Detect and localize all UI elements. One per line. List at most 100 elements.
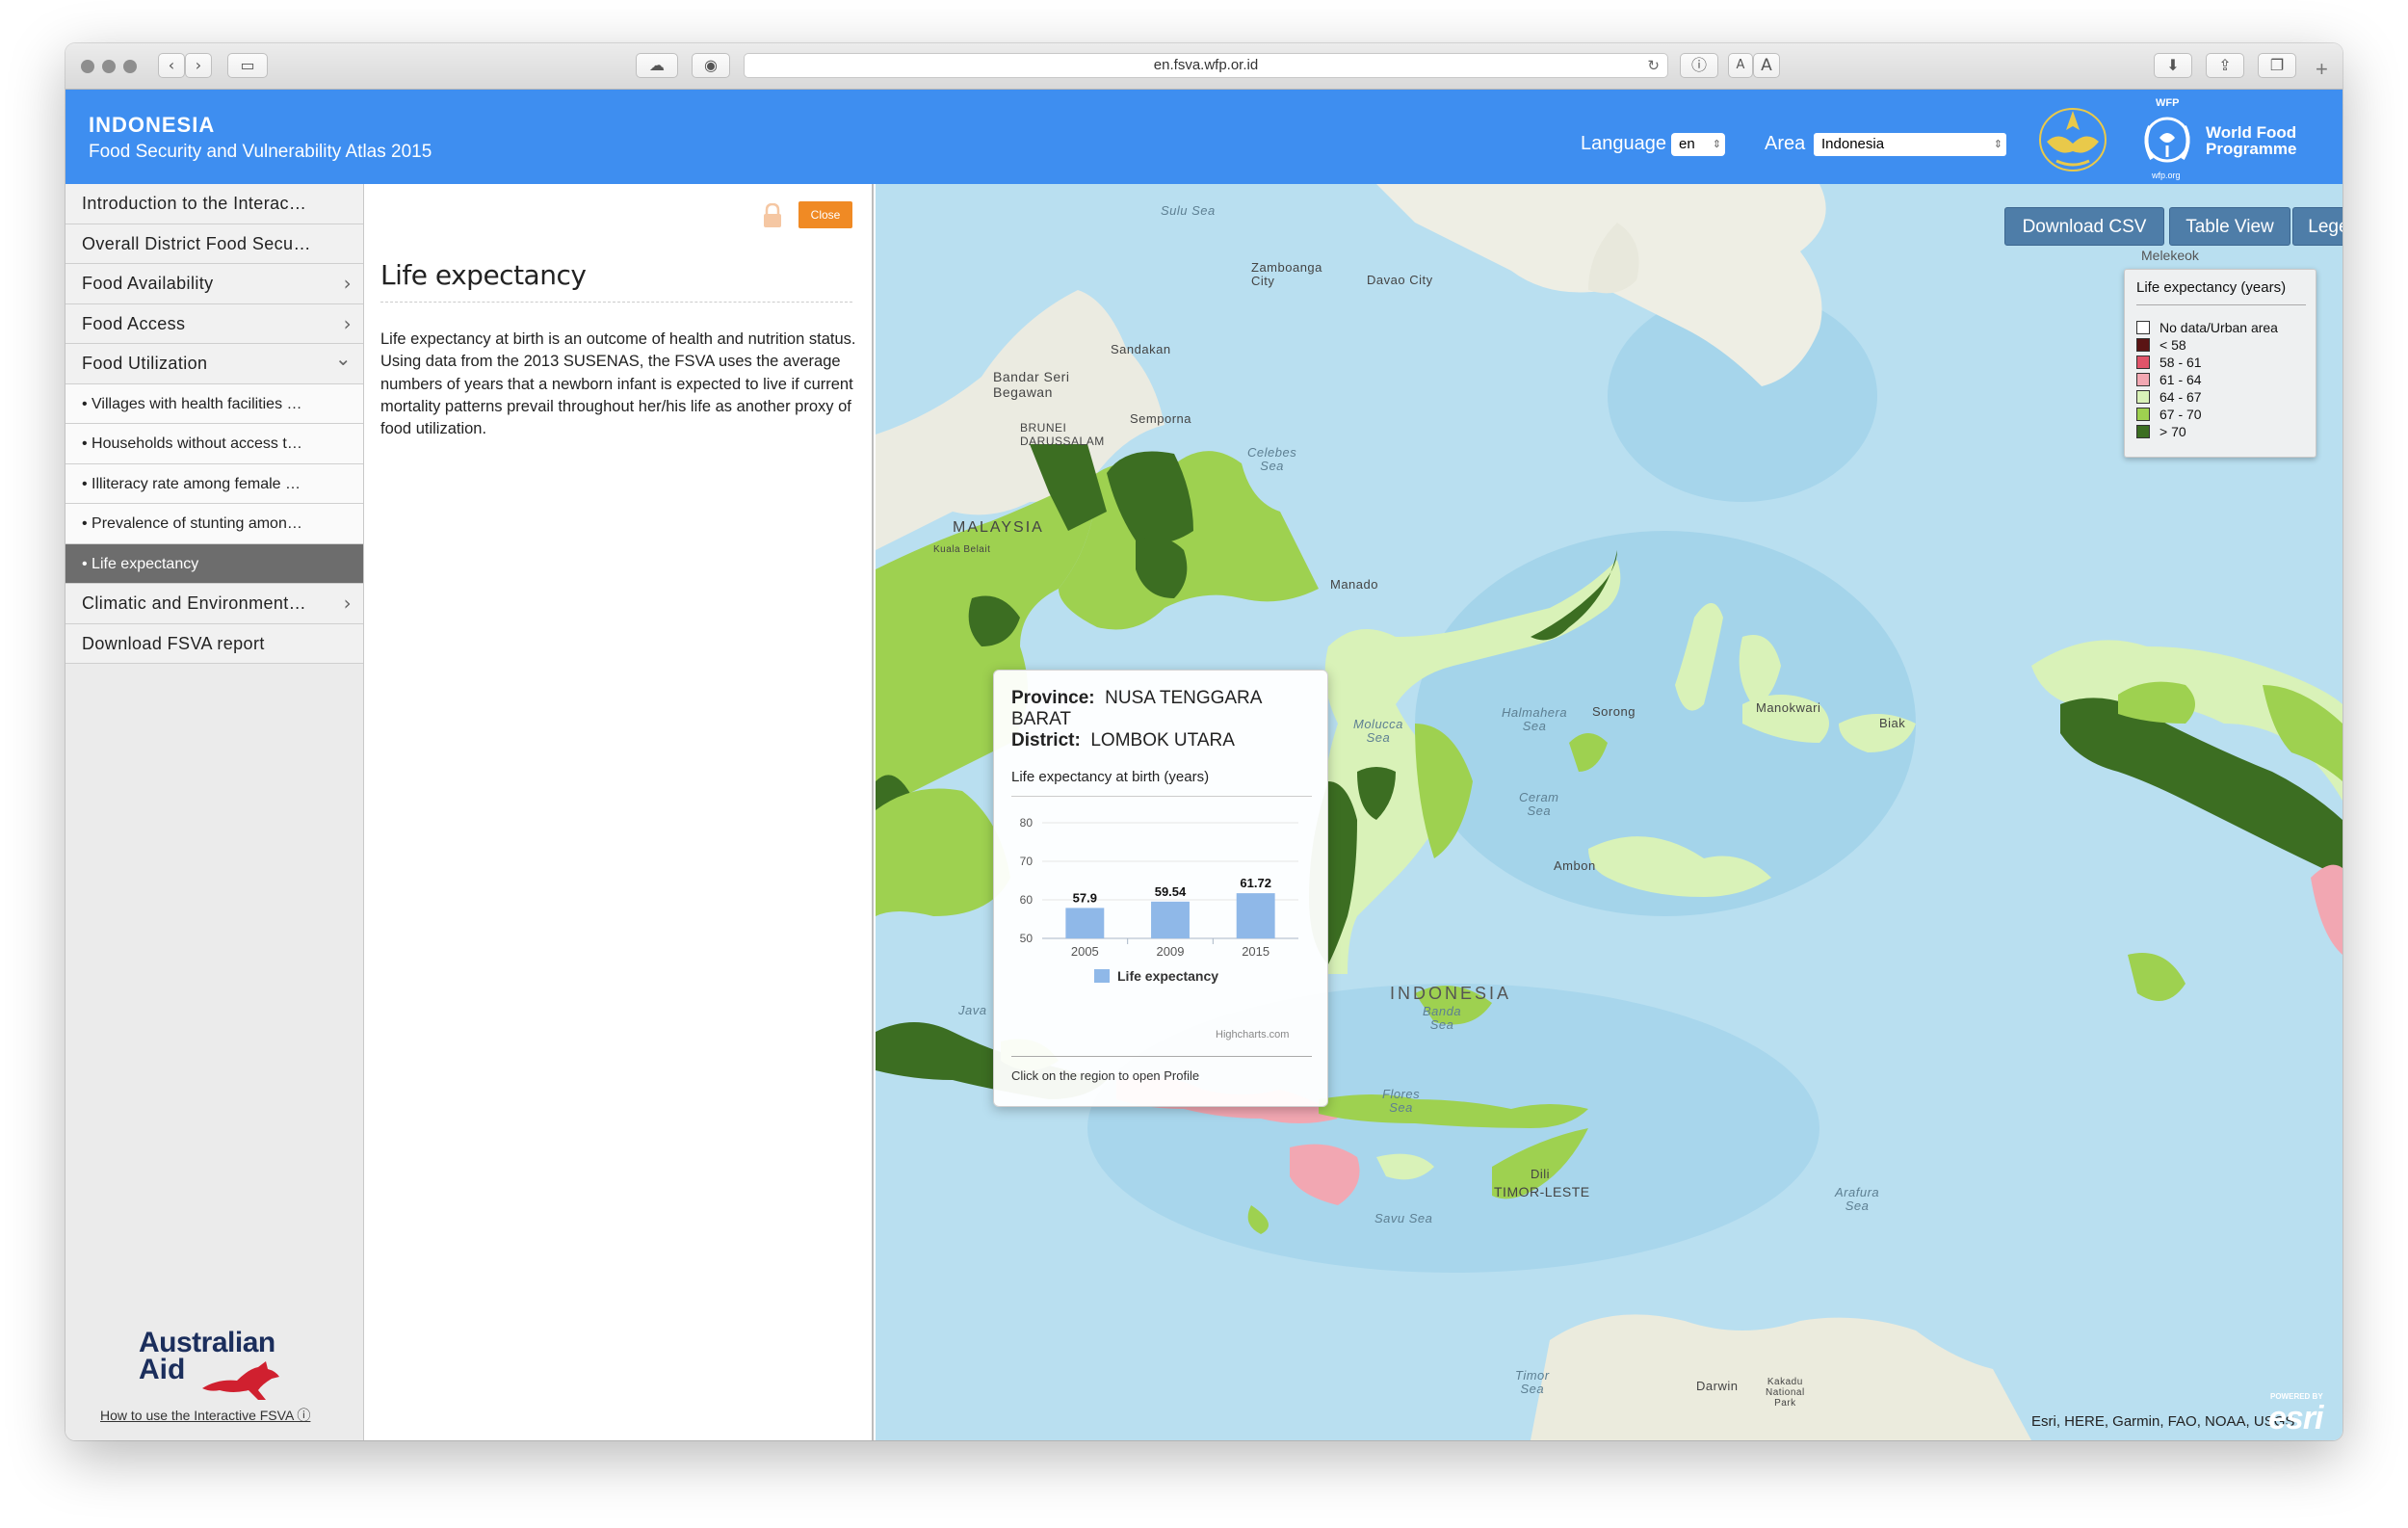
sidebar-item-households-access[interactable]: • Households without access t…: [65, 424, 363, 464]
language-select[interactable]: en ⇕: [1671, 133, 1725, 156]
bar-data-label: 61.72: [1240, 876, 1271, 890]
zoom-window-button[interactable]: [123, 60, 137, 73]
map-attribution: Esri, HERE, Garmin, FAO, NOAA, USGS: [2031, 1413, 2295, 1430]
legend-item: > 70: [2136, 424, 2186, 441]
legend-item: 61 - 64: [2136, 372, 2202, 389]
browser-toolbar: ‹ › ▭ ☁ ◉ en.fsva.wfp.or.id ↻ ⓘ A A ⬇ ⇪ …: [65, 43, 2343, 90]
map-label-ambon: Ambon: [1554, 858, 1596, 873]
legend-swatch: [2136, 356, 2150, 369]
chevron-right-icon: ›: [343, 272, 352, 295]
tooltip-divider: [1011, 1056, 1312, 1057]
sidebar-item-climatic[interactable]: Climatic and Environment… ›: [65, 584, 363, 624]
map-label-halmahera: Halmahera Sea: [1502, 705, 1568, 733]
map-label-zamboanga: Zamboanga City: [1251, 260, 1322, 288]
share-icon[interactable]: ⇪: [2206, 53, 2244, 78]
sidebar-item-life-expectancy[interactable]: • Life expectancy: [65, 543, 363, 584]
privacy-report-icon[interactable]: ◉: [692, 53, 730, 78]
sidebar-nav: Introduction to the Interac… Overall Dis…: [65, 184, 364, 1440]
esri-wordmark: esri: [2268, 1400, 2323, 1436]
language-value: en: [1679, 136, 1695, 152]
wfp-name: World Food Programme: [2206, 124, 2296, 157]
sidebar-toggle-icon[interactable]: ▭: [227, 53, 268, 78]
downloads-icon[interactable]: ⬇: [2154, 53, 2192, 78]
wfp-org-text: wfp.org: [2152, 171, 2181, 180]
legend-label: 61 - 64: [2159, 372, 2202, 387]
sidebar-item-label: Climatic and Environment…: [82, 593, 307, 613]
map-label-kakadu: Kakadu National Park: [1766, 1377, 1805, 1409]
tabs-overview-icon[interactable]: ❐: [2258, 53, 2296, 78]
tooltip-hint: Click on the region to open Profile: [1011, 1068, 1200, 1083]
minimize-window-button[interactable]: [102, 60, 116, 73]
map-label-molucca: Molucca Sea: [1353, 717, 1403, 745]
legend-swatch: [2136, 390, 2150, 404]
x-tick-label: 2009: [1157, 944, 1185, 959]
chart-bar: [1236, 893, 1275, 938]
map-label-sulu-sea: Sulu Sea: [1161, 203, 1216, 218]
sidebar-item-label: • Life expectancy: [82, 555, 199, 572]
sidebar-item-food-availability[interactable]: Food Availability ›: [65, 264, 363, 304]
map-label-biak: Biak: [1879, 716, 1906, 730]
sidebar-item-introduction[interactable]: Introduction to the Interac…: [65, 184, 363, 224]
y-tick-label: 70: [1020, 855, 1034, 868]
legend-swatch: [2136, 338, 2150, 352]
sidebar-item-label: • Prevalence of stunting amon…: [82, 515, 302, 532]
tooltip-location: Province: NUSA TENGGARA BARAT District: …: [1011, 688, 1320, 751]
sidebar-item-stunting[interactable]: • Prevalence of stunting amon…: [65, 504, 363, 544]
sidebar-item-food-utilization[interactable]: Food Utilization ⌄: [65, 344, 363, 384]
address-bar[interactable]: en.fsva.wfp.or.id ↻: [744, 53, 1668, 78]
legend-swatch: [2136, 373, 2150, 386]
bar-data-label: 59.54: [1155, 884, 1187, 899]
legend-button[interactable]: Legend: [2292, 207, 2343, 246]
legend-item: 64 - 67: [2136, 389, 2202, 407]
map-label-java: Java: [958, 1003, 987, 1017]
area-select[interactable]: Indonesia ⇕: [1814, 133, 2006, 156]
chart-title: Life expectancy at birth (years): [1011, 769, 1210, 785]
chart-title-divider: [1011, 796, 1312, 797]
x-tick-label: 2015: [1242, 944, 1269, 959]
content-panel: Close Life expectancy Life expectancy at…: [365, 184, 874, 1440]
sidebar-item-overall-district[interactable]: Overall District Food Secu…: [65, 224, 363, 264]
map-label-bandar: Bandar Seri Begawan: [993, 369, 1070, 400]
back-icon[interactable]: ‹: [158, 53, 185, 78]
district-tooltip: Province: NUSA TENGGARA BARAT District: …: [993, 670, 1328, 1107]
sidebar-item-illiteracy[interactable]: • Illiteracy rate among female …: [65, 463, 363, 504]
legend-label: > 70: [2159, 424, 2186, 439]
legend-divider: [2136, 304, 2306, 305]
legend-label: 58 - 61: [2159, 355, 2202, 370]
icloud-tabs-icon[interactable]: ☁: [636, 53, 678, 78]
select-arrows-icon: ⇕: [1712, 139, 1721, 150]
title-divider: [380, 302, 852, 303]
forward-icon[interactable]: ›: [185, 53, 212, 78]
map-label-kuala: Kuala Belait: [933, 544, 991, 555]
sidebar-item-food-access[interactable]: Food Access ›: [65, 303, 363, 344]
close-window-button[interactable]: [81, 60, 94, 73]
url-text: en.fsva.wfp.or.id: [1153, 57, 1259, 73]
sidebar-item-label: Download FSVA report: [82, 633, 265, 653]
legend-swatch: [2136, 408, 2150, 421]
how-to-link[interactable]: How to use the Interactive FSVA ⓘ: [100, 1406, 310, 1425]
map-label-malaysia: MALAYSIA: [953, 519, 1044, 536]
text-larger-icon[interactable]: A: [1753, 53, 1780, 78]
sidebar-item-label: • Villages with health facilities …: [82, 395, 302, 412]
text-smaller-icon[interactable]: A: [1728, 53, 1753, 78]
sidebar-item-villages-health[interactable]: • Villages with health facilities …: [65, 383, 363, 424]
new-tab-icon[interactable]: +: [2316, 57, 2328, 82]
close-button[interactable]: Close: [798, 201, 852, 228]
map-label-darwin: Darwin: [1696, 1379, 1739, 1393]
map-view[interactable]: Sulu Sea Zamboanga City Davao City Sanda…: [876, 184, 2343, 1440]
panel-title: Life expectancy: [380, 259, 587, 291]
sidebar-item-download-report[interactable]: Download FSVA report: [65, 623, 363, 664]
highcharts-credit: Highcharts.com: [1216, 1029, 1290, 1041]
lock-icon[interactable]: [762, 203, 783, 228]
reload-icon[interactable]: ↻: [1647, 54, 1660, 77]
info-icon[interactable]: ⓘ: [1680, 53, 1718, 78]
wfp-name-line2: Programme: [2206, 140, 2297, 158]
table-view-button[interactable]: Table View: [2169, 207, 2290, 246]
chart-legend-swatch: [1094, 969, 1110, 983]
download-csv-button[interactable]: Download CSV: [2004, 207, 2164, 246]
map-label-savu: Savu Sea: [1374, 1211, 1433, 1225]
language-label: Language: [1581, 133, 1666, 154]
legend-label: < 58: [2159, 337, 2186, 353]
province-label: Province:: [1011, 688, 1095, 708]
sidebar-item-label: • Households without access t…: [82, 435, 302, 452]
